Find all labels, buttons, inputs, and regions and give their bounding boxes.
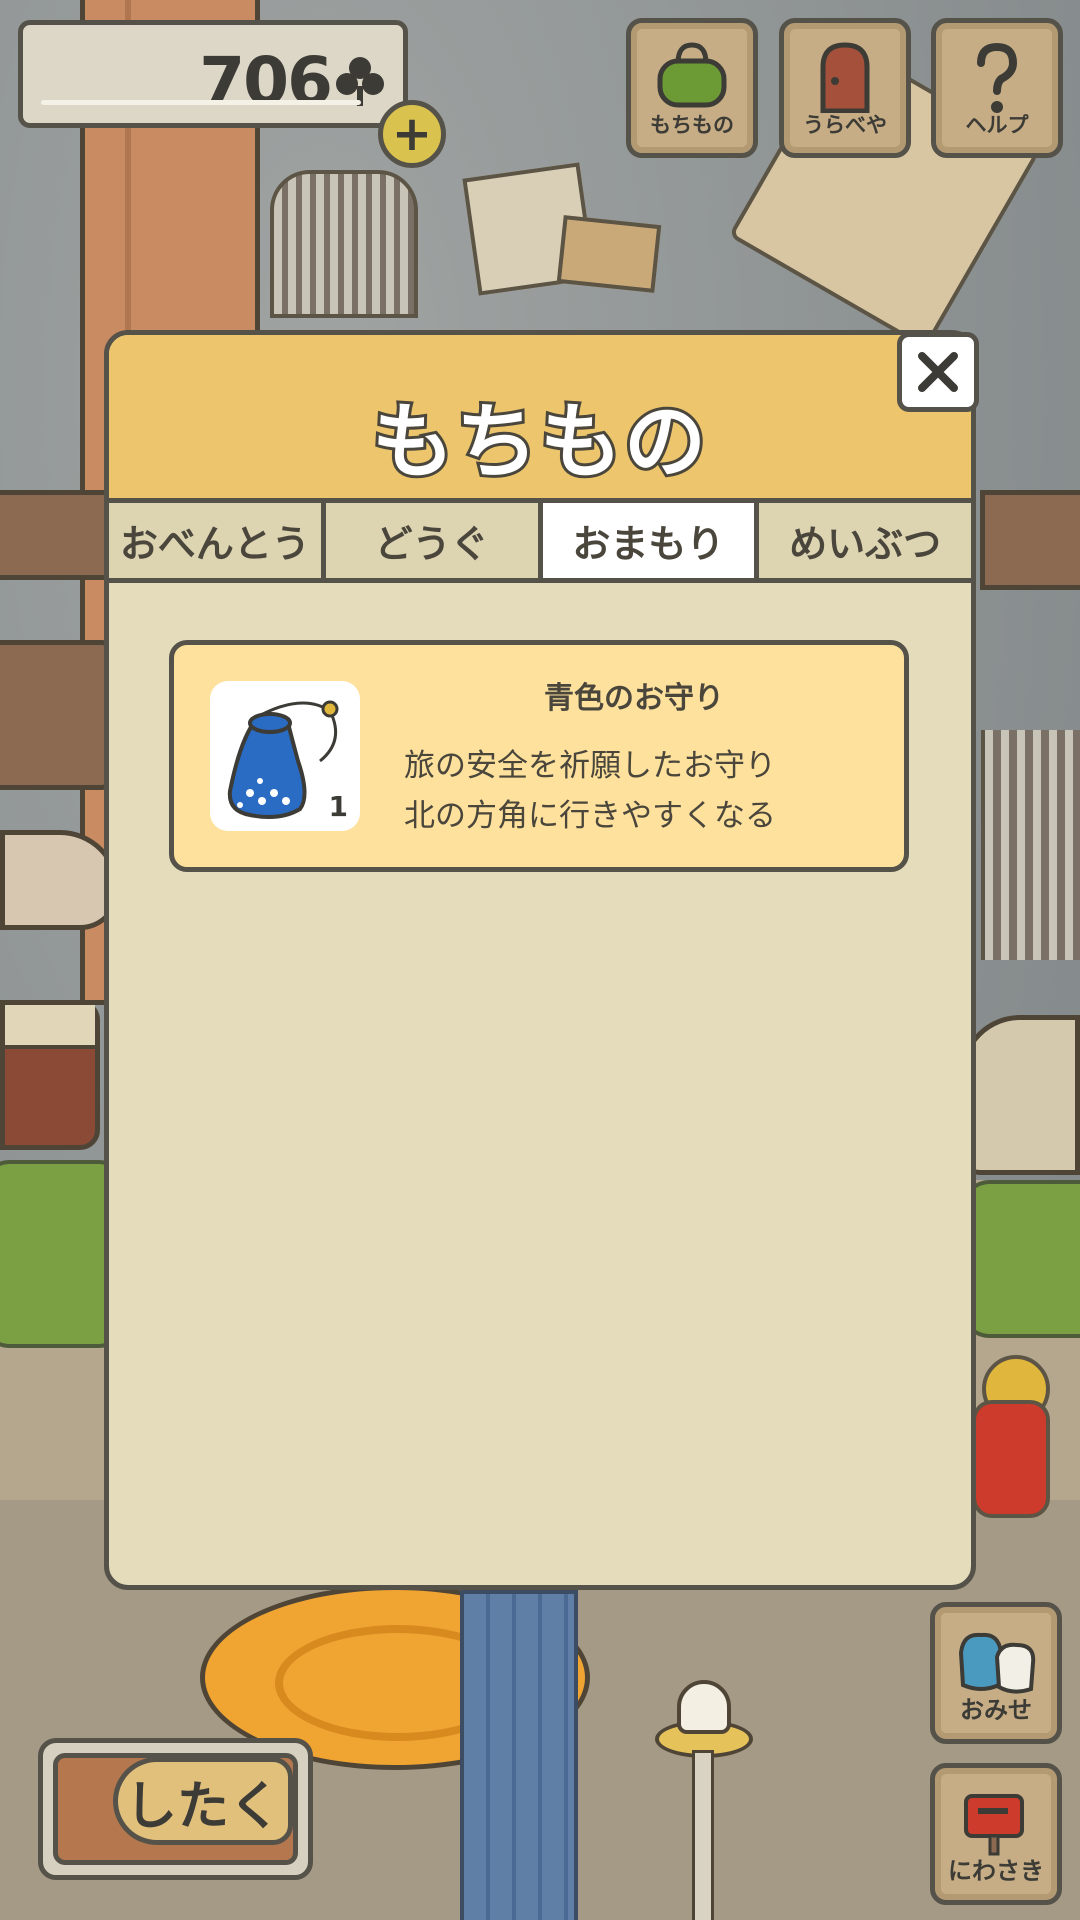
back-room-button-label: うらべや: [803, 113, 887, 137]
inventory-dialog: もちもの おべんとう どうぐ おまもり めいぶつ 1 青色のお守り 旅の安全を祈…: [104, 330, 976, 1590]
inventory-tabs: おべんとう どうぐ おまもり めいぶつ: [109, 503, 971, 583]
buy-clover-button[interactable]: +: [378, 100, 446, 168]
folding-screen: [460, 1590, 578, 1920]
inventory-button-label: もちもの: [650, 113, 734, 137]
item-card-blue-charm[interactable]: 1 青色のお守り 旅の安全を祈願したお守り 北の方角に行きやすくなる: [169, 640, 909, 872]
left-shelf: [0, 490, 120, 580]
window-grate-right: [981, 730, 1080, 960]
close-button[interactable]: [897, 332, 979, 412]
shop-button-label: おみせ: [960, 1696, 1032, 1724]
bell-lamp: [655, 1680, 753, 1920]
item-name: 青色のお守り: [544, 681, 724, 716]
tab-charms[interactable]: おまもり: [542, 503, 760, 583]
clover-count: 706: [199, 43, 385, 120]
help-button-label: ヘルプ: [965, 113, 1029, 137]
stone-oven: [960, 1015, 1080, 1175]
tab-souvenirs[interactable]: めいぶつ: [759, 503, 971, 583]
item-description-line2: 北の方角に行きやすくなる: [404, 798, 776, 834]
garden-button[interactable]: にわさき: [930, 1763, 1062, 1905]
shop-bags-icon: [958, 1632, 1036, 1694]
pinned-wood-sign: [556, 215, 662, 293]
prepare-button-label: したく: [113, 1757, 293, 1845]
window-grate-left: [270, 170, 418, 318]
door-icon: [820, 42, 870, 113]
item-description-line1: 旅の安全を祈願したお守り: [404, 748, 776, 784]
left-cabinet: [0, 640, 110, 790]
help-button[interactable]: ヘルプ: [931, 18, 1063, 158]
close-icon: [918, 352, 958, 392]
prepare-button[interactable]: したく: [38, 1738, 313, 1880]
shop-button[interactable]: おみせ: [930, 1602, 1062, 1744]
jam-pot: [0, 1000, 100, 1150]
inventory-button[interactable]: もちもの: [626, 18, 758, 158]
garden-button-label: にわさき: [948, 1857, 1044, 1885]
bag-icon: [657, 42, 727, 108]
red-cloth: [972, 1400, 1050, 1518]
mailbox-icon: [964, 1794, 1024, 1856]
dialog-header: もちもの: [109, 335, 971, 503]
item-count: 1: [328, 790, 348, 823]
grass-patch-right: [960, 1180, 1080, 1338]
tab-bento[interactable]: おべんとう: [109, 503, 326, 583]
clover-counter: 706: [18, 20, 408, 128]
counter-highlight: [41, 100, 361, 105]
item-thumbnail: 1: [210, 681, 360, 831]
question-icon: [977, 42, 1018, 113]
dialog-title: もちもの: [369, 392, 709, 493]
item-description: 旅の安全を祈願したお守り 北の方角に行きやすくなる: [404, 741, 884, 841]
back-room-button[interactable]: うらべや: [779, 18, 911, 158]
right-shelf: [980, 490, 1080, 590]
tab-tools[interactable]: どうぐ: [325, 503, 543, 583]
